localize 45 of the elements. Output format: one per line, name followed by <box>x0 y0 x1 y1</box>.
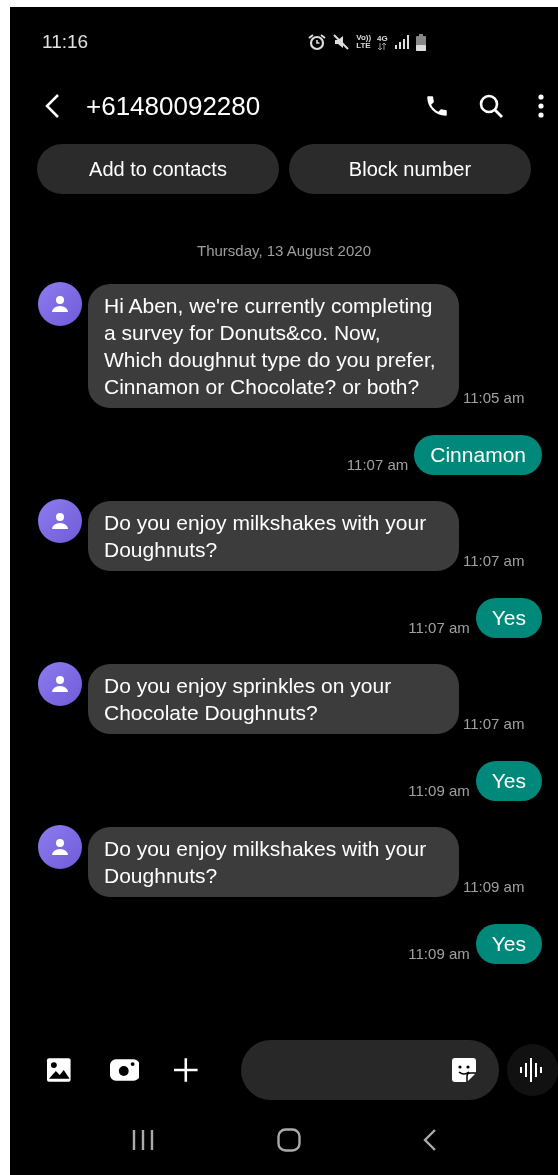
message-time: 11:07 am <box>463 714 525 734</box>
message-bubble: Yes <box>475 923 542 964</box>
message-time: 11:07 am <box>408 618 470 638</box>
message-bubble: Do you enjoy sprinkles on your Chocolate Doughnuts? <box>88 663 459 734</box>
nav-back-icon[interactable] <box>423 1128 437 1152</box>
message-bubble: Hi Aben, we're currently completing a survey for Donuts&co. Now, Which doughnut type do you prefer, Cinnamon or Chocolate? or both? <box>88 283 459 408</box>
data-arrows-icon <box>377 42 388 50</box>
lte-label: LTE <box>356 42 372 50</box>
voice-button[interactable] <box>506 1044 558 1096</box>
alarm-icon <box>308 33 327 51</box>
message-time: 11:09 am <box>408 944 470 964</box>
contact-number: +61480092280 <box>86 89 261 123</box>
more-options-icon[interactable] <box>538 94 544 118</box>
message-time: 11:09 am <box>463 877 525 897</box>
message-time: 11:07 am <box>346 455 409 475</box>
sticker-icon[interactable] <box>450 1057 477 1083</box>
avatar-icon <box>38 661 82 706</box>
avatar-icon <box>38 281 82 326</box>
back-icon[interactable] <box>44 93 60 119</box>
avatar-icon <box>38 824 82 869</box>
message-time: 11:05 am <box>463 388 525 408</box>
battery-icon <box>415 33 426 51</box>
message-bubble: Do you enjoy milkshakes with your Doughnuts? <box>88 826 459 897</box>
message-bubble: Yes <box>475 760 542 801</box>
action-button[interactable]: Add to contacts <box>37 144 279 194</box>
phone-icon[interactable] <box>424 93 450 119</box>
add-icon[interactable] <box>173 1057 199 1083</box>
recent-apps-icon[interactable] <box>131 1129 155 1151</box>
message-bubble: Yes <box>475 597 542 638</box>
search-icon[interactable] <box>478 93 504 119</box>
action-button[interactable]: Block number <box>289 144 531 194</box>
signal-icon <box>393 35 410 49</box>
date-divider: Thursday, 13 August 2020 <box>197 241 371 261</box>
message-bubble: Cinnamon <box>414 434 542 475</box>
gallery-icon[interactable] <box>46 1057 72 1083</box>
network-label: 4G <box>377 34 388 43</box>
status-time: 11:16 <box>42 29 89 54</box>
avatar-icon <box>38 498 82 543</box>
camera-icon[interactable] <box>109 1058 140 1082</box>
message-time: 11:07 am <box>463 551 525 571</box>
message-bubble: Do you enjoy milkshakes with your Doughnuts? <box>88 500 459 571</box>
home-icon[interactable] <box>277 1128 301 1152</box>
mute-icon <box>332 33 351 51</box>
volte-label: Vo)) <box>356 34 372 42</box>
message-time: 11:09 am <box>408 781 470 801</box>
